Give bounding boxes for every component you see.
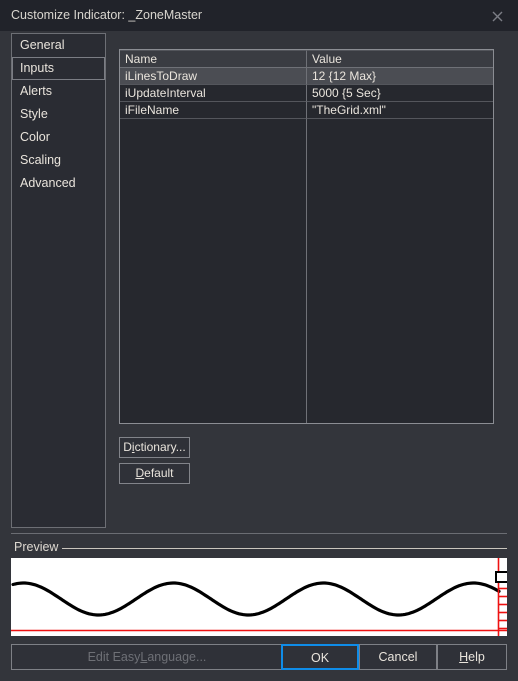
preview-group-rule [56,548,507,549]
table-row[interactable]: iFileName "TheGrid.xml" [120,102,493,119]
customize-indicator-dialog: Customize Indicator: _ZoneMaster General… [0,0,518,681]
default-button-post: efault [144,466,174,480]
panel-separator [11,533,507,534]
table-row[interactable]: iLinesToDraw 12 {12 Max} [120,68,493,85]
table-row[interactable]: iUpdateInterval 5000 {5 Sec} [120,85,493,102]
sidebar-item-inputs[interactable]: Inputs [12,57,105,80]
grid-column-header-name[interactable]: Name [120,50,307,68]
edit-easylanguage-pre: Edit Easy [87,650,141,664]
input-name-cell[interactable]: iFileName [120,102,307,119]
sidebar-item-label: Style [20,107,48,121]
grid-header-row: Name Value [120,50,493,68]
input-value-cell[interactable]: 5000 {5 Sec} [307,85,493,102]
edit-easylanguage-button[interactable]: Edit EasyLanguage... [11,644,283,670]
default-button-accel: D [135,466,145,480]
input-value-cell[interactable]: "TheGrid.xml" [307,102,493,119]
dictionary-button[interactable]: Dictionary... [119,437,190,458]
sidebar-item-color[interactable]: Color [12,126,105,149]
sidebar-item-style[interactable]: Style [12,103,105,126]
cancel-button[interactable]: Cancel [359,644,437,670]
sidebar-item-label: General [20,38,65,52]
input-name-cell[interactable]: iUpdateInterval [120,85,307,102]
help-button[interactable]: Help [437,644,507,670]
category-list[interactable]: General Inputs Alerts Style Color Scalin… [11,33,106,528]
sidebar-item-label: Scaling [20,153,61,167]
dictionary-button-pre: D [123,440,132,454]
sidebar-item-scaling[interactable]: Scaling [12,149,105,172]
edit-easylanguage-post: anguage... [147,650,207,664]
input-value-cell[interactable]: 12 {12 Max} [307,68,493,85]
dictionary-button-post: ctionary... [134,440,186,454]
inputs-grid[interactable]: Name Value iLinesToDraw 12 {12 Max} iUpd… [119,49,494,424]
title-bar: Customize Indicator: _ZoneMaster [0,0,518,31]
grid-column-header-value[interactable]: Value [307,50,493,68]
sidebar-item-label: Color [20,130,50,144]
input-name-cell[interactable]: iLinesToDraw [120,68,307,85]
preview-series-line [11,581,501,617]
help-button-post: elp [468,650,485,664]
preview-group-label: Preview [14,540,63,554]
ok-button[interactable]: OK [281,644,359,670]
close-button[interactable] [476,0,518,31]
sidebar-item-label: Alerts [20,84,52,98]
sidebar-item-label: Advanced [20,176,76,190]
grid-rows: iLinesToDraw 12 {12 Max} iUpdateInterval… [120,68,493,423]
default-button[interactable]: Default [119,463,190,484]
preview-last-value-marker [495,571,507,583]
sidebar-item-general[interactable]: General [12,34,105,57]
sidebar-item-advanced[interactable]: Advanced [12,172,105,195]
sidebar-item-label: Inputs [20,61,55,75]
preview-chart-svg [11,558,507,636]
preview-chart [11,558,507,636]
window-title: Customize Indicator: _ZoneMaster [11,8,203,22]
sidebar-item-alerts[interactable]: Alerts [12,80,105,103]
help-button-accel: H [459,650,469,664]
